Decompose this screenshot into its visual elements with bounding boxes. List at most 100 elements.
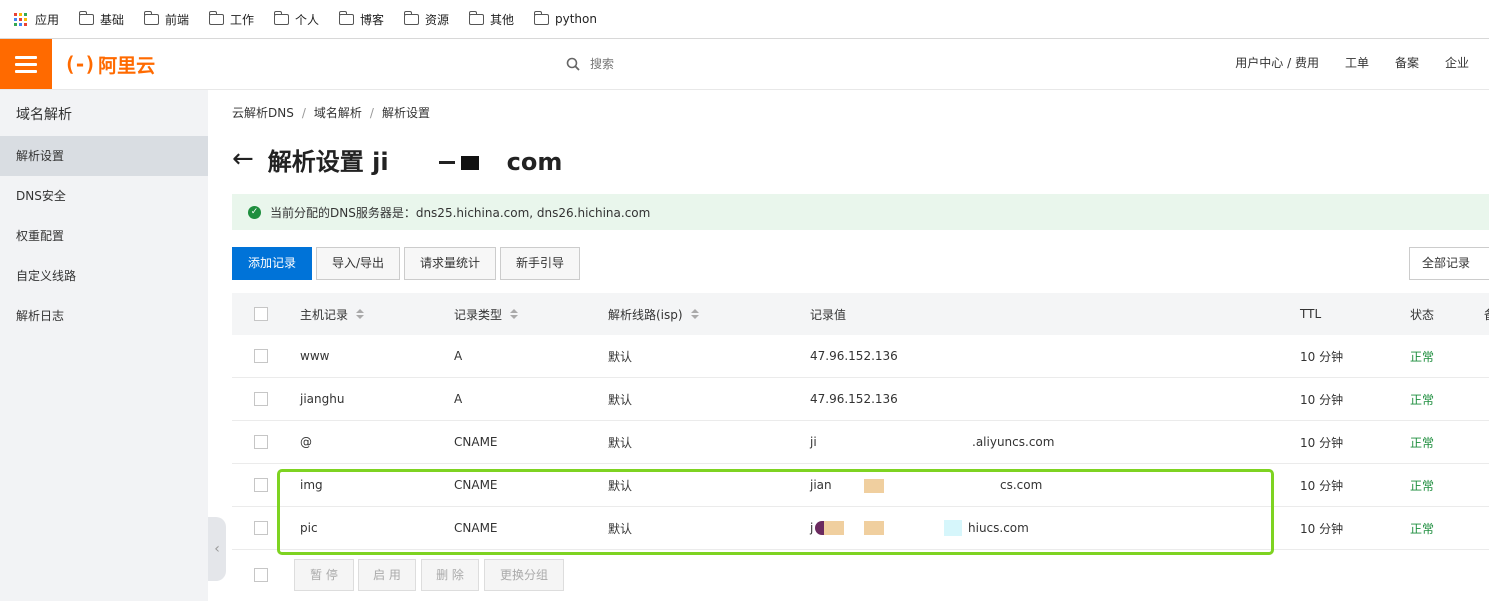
search-box[interactable] bbox=[566, 54, 712, 74]
page-title-suffix: com bbox=[506, 147, 563, 176]
sort-icon bbox=[510, 309, 519, 319]
bookmark-label: python bbox=[555, 12, 597, 26]
row-checkbox[interactable] bbox=[254, 378, 268, 420]
sort-icon bbox=[356, 309, 365, 319]
folder-icon bbox=[143, 10, 159, 25]
breadcrumb-item[interactable]: 云解析DNS bbox=[232, 106, 294, 120]
cell-type: A bbox=[454, 392, 463, 406]
add-record-button[interactable]: 添加记录 bbox=[232, 247, 312, 280]
cell-host: jianghu bbox=[300, 392, 345, 406]
cell-ttl: 10 分钟 bbox=[1300, 521, 1344, 536]
folder-icon bbox=[208, 10, 224, 25]
logo-mark: (-) bbox=[64, 52, 96, 76]
beginner-guide-button[interactable]: 新手引导 bbox=[500, 247, 580, 280]
menu-icon[interactable] bbox=[0, 39, 52, 89]
header-line[interactable]: 解析线路(isp) bbox=[608, 293, 699, 335]
row-checkbox[interactable] bbox=[254, 335, 268, 377]
nav-user-center[interactable]: 用户中心 / 费用 bbox=[1235, 54, 1319, 71]
apps-label: 应用 bbox=[35, 12, 60, 27]
change-group-button[interactable]: 更换分组 bbox=[484, 559, 564, 591]
folder-icon bbox=[403, 10, 419, 25]
top-nav-links: 用户中心 / 费用 工单 备案 企业 bbox=[1235, 54, 1469, 71]
bookmark-folder-geren[interactable]: 个人 bbox=[273, 10, 320, 28]
logo-text: 阿里云 bbox=[98, 54, 156, 77]
top-navbar: (-) 阿里云 用户中心 / 费用 工单 备案 企业 bbox=[0, 39, 1489, 90]
bookmark-folder-qita[interactable]: 其他 bbox=[468, 10, 514, 28]
row-checkbox[interactable] bbox=[254, 421, 268, 463]
header-type[interactable]: 记录类型 bbox=[454, 293, 519, 335]
search-icon bbox=[566, 57, 580, 71]
table-row: jianghu A 默认 47.96.152.136 10 分钟 正常 bbox=[232, 378, 1489, 421]
bookmark-folder-jichu[interactable]: 基础 bbox=[78, 10, 125, 28]
nav-enterprise[interactable]: 企业 bbox=[1445, 54, 1469, 71]
cell-line: 默认 bbox=[608, 392, 633, 407]
select-all-checkbox[interactable] bbox=[254, 293, 268, 335]
bookmark-folder-gongzuo[interactable]: 工作 bbox=[208, 10, 254, 28]
sidebar-title: 域名解析 bbox=[16, 107, 72, 123]
sidebar-item-dns-settings[interactable]: 解析设置 bbox=[0, 136, 208, 176]
status-badge: 正常 bbox=[1410, 392, 1435, 407]
nav-beian[interactable]: 备案 bbox=[1395, 54, 1419, 71]
pause-button[interactable]: 暂 停 bbox=[294, 559, 354, 591]
folder-icon bbox=[468, 10, 484, 25]
delete-button[interactable]: 删 除 bbox=[421, 559, 479, 591]
footer-select-checkbox[interactable] bbox=[254, 559, 268, 591]
page-title: 解析设置 ji com bbox=[267, 142, 563, 177]
sort-icon bbox=[690, 309, 699, 319]
cell-ttl: 10 分钟 bbox=[1300, 478, 1344, 493]
row-checkbox[interactable] bbox=[254, 464, 268, 506]
header-extra: 备 bbox=[1484, 293, 1489, 335]
bookmark-folder-qianduan[interactable]: 前端 bbox=[143, 10, 190, 28]
cell-value: 47.96.152.136 bbox=[810, 349, 898, 363]
cell-line: 默认 bbox=[608, 435, 633, 450]
sidebar-item-dns-security[interactable]: DNS安全 bbox=[0, 176, 208, 216]
enable-button[interactable]: 启 用 bbox=[358, 559, 416, 591]
bookmark-folder-python[interactable]: python bbox=[533, 10, 597, 28]
cell-line: 默认 bbox=[608, 349, 633, 364]
table-header: 主机记录 记录类型 解析线路(isp) 记录值 TTL 状态 备 bbox=[232, 293, 1489, 335]
bookmark-folder-ziyuan[interactable]: 资源 bbox=[403, 10, 449, 28]
bookmark-folder-boke[interactable]: 博客 bbox=[338, 10, 384, 28]
bookmark-label: 个人 bbox=[295, 12, 320, 27]
sidebar-item-weight-config[interactable]: 权重配置 bbox=[0, 216, 208, 256]
folder-icon bbox=[273, 10, 289, 25]
cell-host: www bbox=[300, 349, 330, 363]
filter-value: 全部记录 bbox=[1422, 256, 1471, 270]
status-badge: 正常 bbox=[1410, 435, 1435, 450]
bookmark-label: 前端 bbox=[165, 12, 190, 27]
sidebar-collapse-handle[interactable]: ‹ bbox=[208, 517, 226, 581]
cell-value-tail: .aliyuncs.com bbox=[972, 435, 1055, 449]
dns-server-alert: ✓ 当前分配的DNS服务器是：dns25.hichina.com, dns26.… bbox=[232, 194, 1489, 230]
cell-ttl: 10 分钟 bbox=[1300, 349, 1344, 364]
folder-icon bbox=[338, 10, 354, 25]
sidebar-item-custom-line[interactable]: 自定义线路 bbox=[0, 256, 208, 296]
status-badge: 正常 bbox=[1410, 521, 1435, 536]
cell-value: 47.96.152.136 bbox=[810, 392, 898, 406]
aliyun-logo[interactable]: (-) 阿里云 bbox=[64, 52, 156, 77]
search-input[interactable] bbox=[588, 56, 712, 72]
breadcrumb-item[interactable]: 域名解析 bbox=[314, 106, 362, 120]
apps-shortcut[interactable]: 应用 bbox=[14, 10, 59, 28]
table-row: www A 默认 47.96.152.136 10 分钟 正常 bbox=[232, 335, 1489, 378]
cell-ttl: 10 分钟 bbox=[1300, 435, 1344, 450]
status-badge: 正常 bbox=[1410, 349, 1435, 364]
alert-text: 当前分配的DNS服务器是：dns25.hichina.com, dns26.hi… bbox=[270, 205, 651, 220]
import-export-button[interactable]: 导入/导出 bbox=[316, 247, 400, 280]
sidebar: 域名解析 解析设置 DNS安全 权重配置 自定义线路 解析日志 bbox=[0, 90, 208, 601]
cell-ttl: 10 分钟 bbox=[1300, 392, 1344, 407]
bookmark-label: 基础 bbox=[100, 12, 125, 27]
nav-tickets[interactable]: 工单 bbox=[1345, 54, 1369, 71]
row-checkbox[interactable] bbox=[254, 507, 268, 549]
page-title-text: 解析设置 ji bbox=[267, 147, 389, 176]
highlight-annotation bbox=[277, 469, 1274, 555]
back-arrow-icon[interactable]: ← bbox=[232, 146, 254, 172]
request-stats-button[interactable]: 请求量统计 bbox=[404, 247, 496, 280]
sidebar-item-logs[interactable]: 解析日志 bbox=[0, 296, 208, 336]
check-icon: ✓ bbox=[248, 205, 261, 219]
record-filter-select[interactable]: 全部记录 bbox=[1409, 247, 1489, 280]
header-host[interactable]: 主机记录 bbox=[300, 293, 365, 335]
header-status: 状态 bbox=[1410, 307, 1435, 322]
chevron-left-icon: ‹ bbox=[214, 541, 220, 557]
header-ttl: TTL bbox=[1300, 307, 1322, 321]
cell-type: A bbox=[454, 349, 463, 363]
